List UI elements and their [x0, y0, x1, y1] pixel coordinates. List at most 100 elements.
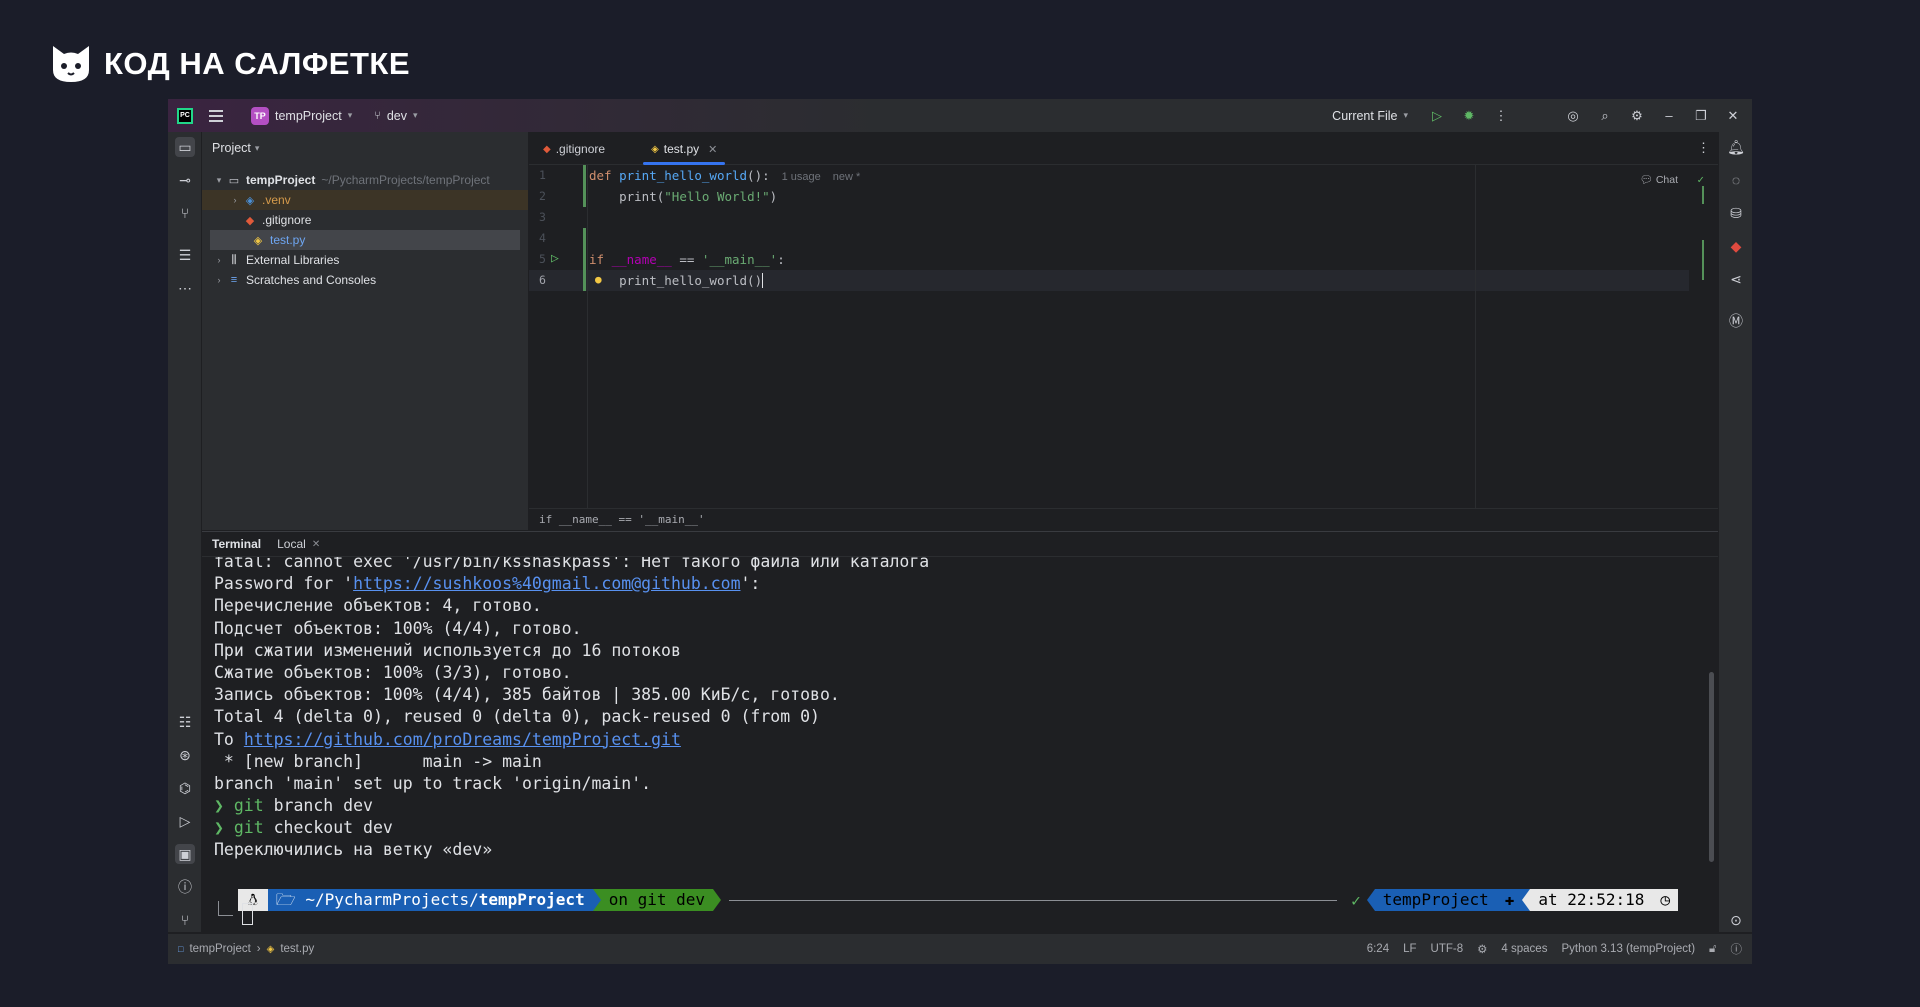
- chat-button[interactable]: 💬︎ Chat: [1640, 173, 1678, 186]
- vcs-change-marker: [583, 165, 586, 207]
- tree-item-external-libraries[interactable]: › ⫼ External Libraries: [202, 250, 528, 270]
- main-menu-icon[interactable]: [203, 106, 235, 126]
- project-folder-icon[interactable]: ▭: [175, 137, 195, 157]
- line-number: 6: [539, 273, 546, 287]
- structure-icon[interactable]: ☰: [175, 245, 195, 265]
- notifications-status-icon[interactable]: ⓘ: [1731, 941, 1743, 957]
- python-file-icon: ◈: [253, 234, 263, 247]
- debug-icon[interactable]: ✹: [1460, 107, 1478, 125]
- editor: ◆ .gitignore ◈ test.py ✕ ⋮ 1 2 3 4 5 6 ▷…: [529, 132, 1718, 530]
- tree-item-venv[interactable]: › ◈ .venv: [202, 190, 528, 210]
- more-tools-icon[interactable]: ⋯: [175, 278, 195, 298]
- status-crumb-file[interactable]: test.py: [280, 943, 314, 955]
- python-console-icon[interactable]: ⌬: [175, 778, 195, 798]
- code-area[interactable]: 1 2 3 4 5 6 ▷ ● def print_hello_world():…: [529, 165, 1718, 508]
- python-file-icon: ◈: [266, 943, 275, 955]
- problems-icon[interactable]: ⓘ: [175, 877, 195, 897]
- terminal-output[interactable]: fatal: cannot exec '/usr/bin/ksshaskpass…: [214, 557, 1704, 931]
- more-icon[interactable]: ⋮: [1492, 107, 1510, 125]
- git-file-icon: ◆: [245, 214, 255, 227]
- plugins-icon[interactable]: ⊙: [1726, 910, 1746, 930]
- terminal-cursor: [242, 903, 253, 925]
- code-line-2: print("Hello World!"): [619, 189, 778, 204]
- pull-requests-icon[interactable]: ⑂: [175, 203, 195, 223]
- usage-hint[interactable]: 1 usage: [782, 171, 821, 183]
- repo-link[interactable]: https://github.com/proDreams/tempProject…: [244, 730, 681, 749]
- markdown-icon[interactable]: Ⓜ: [1726, 311, 1746, 331]
- tree-item-test-py[interactable]: ◈ test.py: [210, 230, 520, 250]
- brand-name: КОД НА САЛФЕТКЕ: [104, 46, 411, 81]
- project-selector[interactable]: TP tempProject ▾: [245, 103, 358, 129]
- project-badge: TP: [251, 106, 269, 125]
- commit-icon[interactable]: ⊸: [175, 170, 195, 190]
- chevron-down-icon: ▾: [216, 174, 222, 185]
- email-link[interactable]: https://sushkoos%40gmail.com@github.com: [353, 574, 740, 593]
- cat-logo-icon: [53, 46, 89, 82]
- restore-icon[interactable]: ❐: [1692, 107, 1710, 125]
- terminal-line: branch 'main' set up to track 'origin/ma…: [214, 773, 652, 793]
- python-file-icon: ◈: [651, 143, 659, 155]
- caret-position[interactable]: 6:24: [1367, 943, 1389, 955]
- module-icon: □: [178, 944, 184, 954]
- database-icon[interactable]: ⛁: [1726, 203, 1746, 223]
- redis-icon[interactable]: ◆: [1726, 236, 1746, 256]
- notifications-icon[interactable]: 🔔︎: [1726, 137, 1746, 157]
- author-hint[interactable]: new *: [833, 171, 861, 183]
- right-toolbar: 🔔︎ ◌ ⛁ ◆ ⋖ Ⓜ ⊙: [1718, 132, 1752, 932]
- terminal-line: ❯ git branch dev: [214, 796, 373, 816]
- more-icon[interactable]: ⋮: [1697, 140, 1710, 156]
- code-style-icon[interactable]: ⚙: [1477, 942, 1487, 956]
- ai-chat-icon[interactable]: ◌: [1726, 170, 1746, 190]
- close-icon[interactable]: ✕: [1724, 107, 1742, 125]
- minimize-icon[interactable]: –: [1660, 107, 1678, 125]
- chevron-down-icon: ▾: [254, 142, 260, 153]
- share-icon[interactable]: ⋖: [1726, 269, 1746, 289]
- line-number: 3: [539, 210, 546, 224]
- terminal-icon[interactable]: ▣: [175, 844, 195, 864]
- status-crumb-project[interactable]: tempProject: [189, 943, 250, 955]
- terminal-line: fatal: cannot exec '/usr/bin/ksshaskpass…: [214, 557, 930, 571]
- ai-assistant-icon[interactable]: ◎: [1564, 107, 1582, 125]
- tree-item-root[interactable]: ▾ ▭ tempProject ~/PycharmProjects/tempPr…: [202, 170, 528, 190]
- terminal-line: При сжатии изменений используется до 16 …: [214, 640, 681, 660]
- close-tab-icon[interactable]: ✕: [312, 539, 320, 550]
- run-icon[interactable]: ▷: [1428, 107, 1446, 125]
- terminal-line: Запись объектов: 100% (4/4), 385 байтов …: [214, 685, 840, 705]
- chevron-down-icon: ▾: [347, 110, 353, 120]
- services-icon[interactable]: ☷: [175, 712, 195, 732]
- run-gutter-icon[interactable]: ▷: [551, 251, 559, 266]
- settings-icon[interactable]: ⚙: [1628, 107, 1646, 125]
- code-breadcrumb[interactable]: if __name__ == '__main__': [529, 508, 1718, 530]
- python-interpreter[interactable]: Python 3.13 (tempProject): [1561, 943, 1695, 955]
- editor-tabs: ◆ .gitignore ◈ test.py ✕ ⋮: [529, 132, 1718, 165]
- inspection-ok-icon[interactable]: ✓: [1697, 173, 1704, 186]
- prompt-time: at 22:52:18: [1530, 889, 1653, 911]
- prompt-corner: [218, 901, 233, 916]
- file-encoding[interactable]: UTF-8: [1431, 943, 1464, 955]
- project-panel-header[interactable]: Project ▾: [202, 132, 528, 164]
- git-icon[interactable]: ⑂: [175, 910, 195, 930]
- terminal-line: Password for 'https://sushkoos%40gmail.c…: [214, 574, 761, 594]
- python-packages-icon[interactable]: ⊛: [175, 745, 195, 765]
- chevron-right-icon: ›: [233, 195, 237, 205]
- search-icon[interactable]: ⌕: [1596, 107, 1614, 125]
- tree-item-scratches[interactable]: › ≡ Scratches and Consoles: [202, 270, 528, 290]
- terminal-line: To https://github.com/proDreams/tempProj…: [214, 729, 681, 749]
- prompt-filler-line: [729, 899, 1338, 901]
- tree-item-gitignore[interactable]: ◆ .gitignore: [202, 210, 528, 230]
- unlock-icon[interactable]: 🔓︎: [1709, 943, 1716, 956]
- branch-selector[interactable]: ⑂ dev ▾: [368, 105, 423, 127]
- close-tab-icon[interactable]: ✕: [708, 143, 717, 156]
- tab-label: .gitignore: [555, 142, 606, 156]
- terminal-scrollbar[interactable]: [1709, 672, 1714, 862]
- tab-local[interactable]: Local ✕: [277, 537, 320, 551]
- python-icon: ✚: [1496, 889, 1523, 911]
- tab-gitignore[interactable]: ◆ .gitignore: [529, 134, 619, 164]
- line-separator[interactable]: LF: [1403, 943, 1416, 955]
- tree-item-label: .venv: [262, 193, 291, 207]
- indent-setting[interactable]: 4 spaces: [1501, 943, 1547, 955]
- ide-window: PC TP tempProject ▾ ⑂ dev ▾ Current File…: [168, 99, 1752, 964]
- run-config-selector[interactable]: Current File ▾: [1326, 105, 1414, 127]
- tab-test-py[interactable]: ◈ test.py ✕: [637, 134, 731, 165]
- run-tool-icon[interactable]: ▷: [175, 811, 195, 831]
